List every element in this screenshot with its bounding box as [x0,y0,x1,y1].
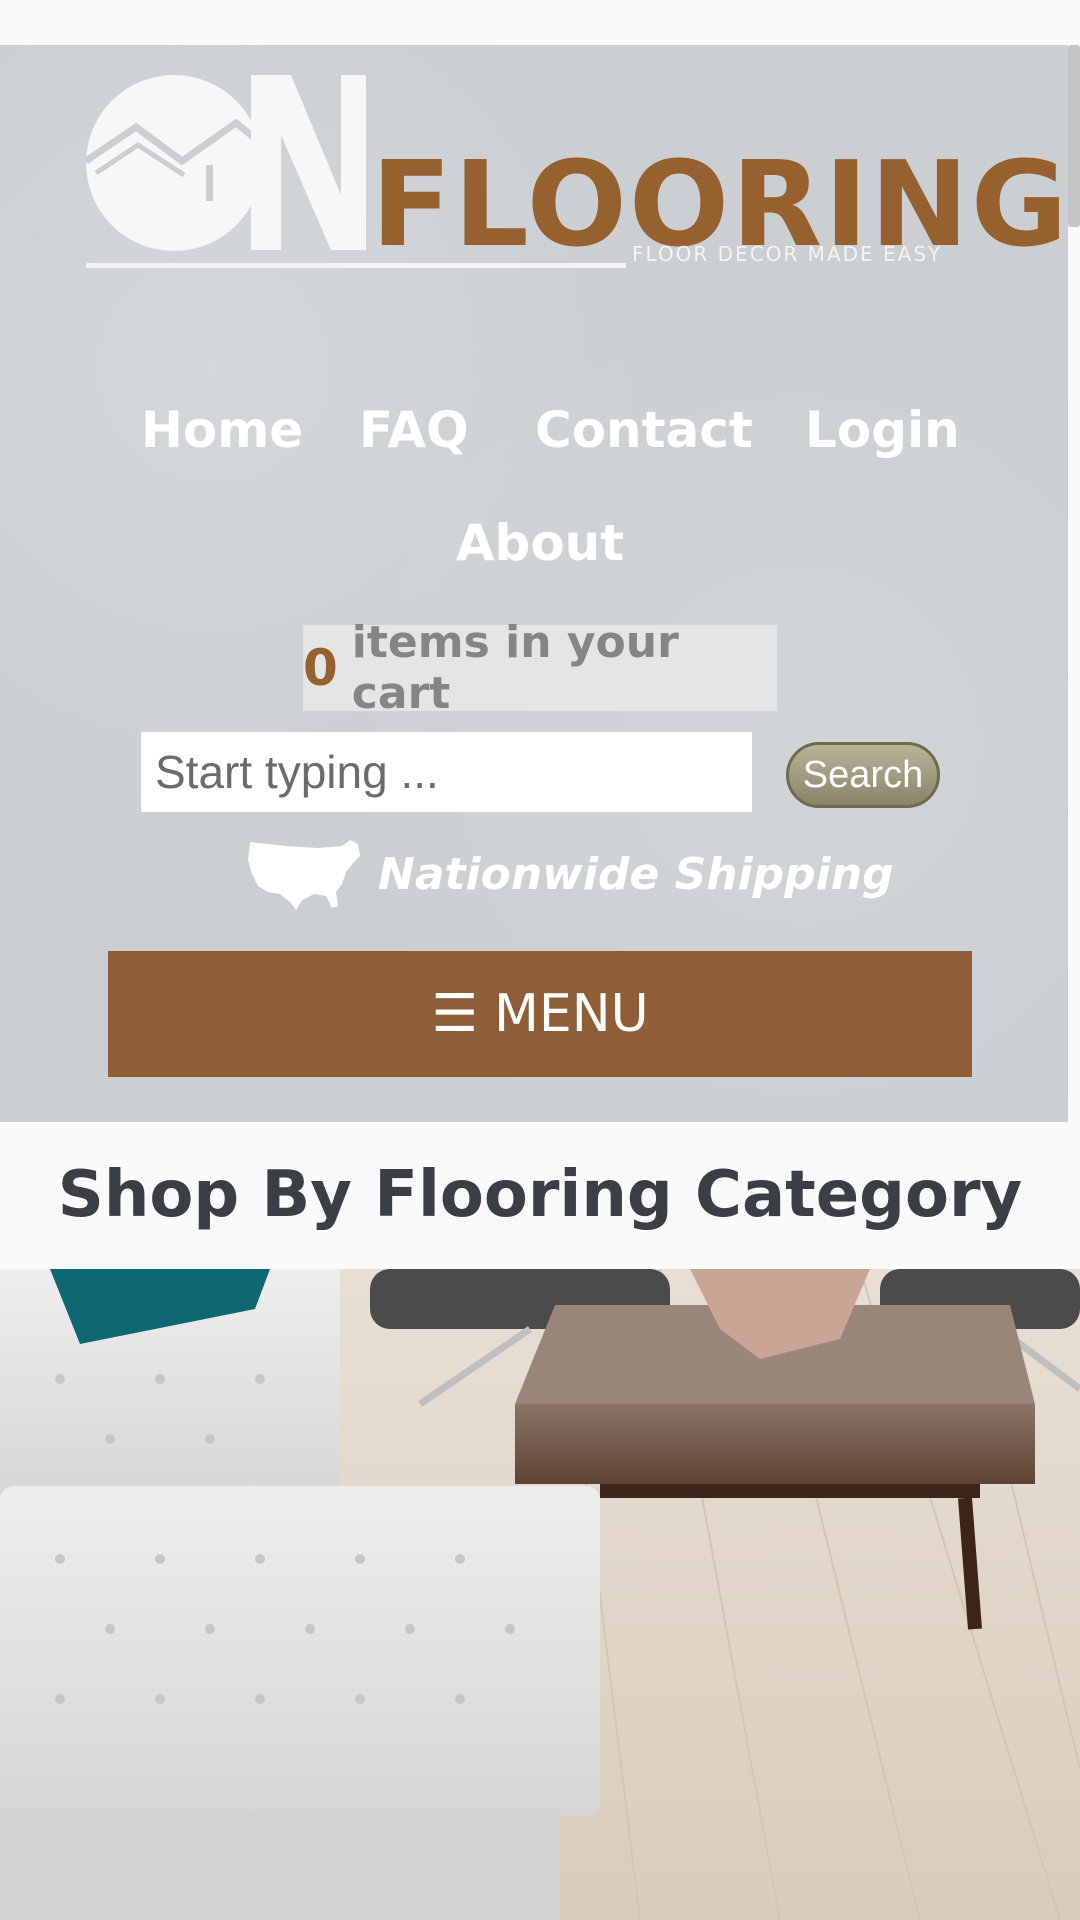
cart-label: items in your cart [351,617,679,719]
hero-image[interactable] [0,1269,1080,1920]
living-room-photo [0,1269,1080,1920]
search-input[interactable] [141,732,752,812]
nav-home-link[interactable]: Home [141,395,303,465]
cart-summary[interactable]: 0 items in your cart [303,617,777,719]
menu-button[interactable]: ☰ MENU [108,951,972,1077]
cart-count: 0 [303,639,338,697]
site-logo[interactable]: FLOORING FLOOR DECOR MADE EASY [84,75,1068,285]
nav-about-link[interactable]: About [456,514,624,572]
shipping-text: Nationwide Shipping [378,849,894,900]
nav-row-2: About [0,508,1080,578]
logo-tagline: FLOOR DECOR MADE EASY [632,242,943,266]
nav-login-link[interactable]: Login [805,395,960,465]
main-nav: Home FAQ Contact Login [0,395,1068,465]
shipping-banner: Nationwide Shipping [246,836,894,916]
top-bar [0,0,1080,45]
menu-label: MENU [493,984,649,1044]
search-button[interactable]: Search [786,742,940,808]
nav-contact-link[interactable]: Contact [535,395,753,465]
section-title: Shop By Flooring Category [57,1158,1023,1232]
category-section-header: Shop By Flooring Category [0,1122,1080,1269]
hamburger-icon: ☰ [431,984,478,1044]
nav-faq-link[interactable]: FAQ [359,395,469,465]
usa-map-icon [248,840,360,910]
scrollbar-thumb[interactable] [1068,45,1080,227]
